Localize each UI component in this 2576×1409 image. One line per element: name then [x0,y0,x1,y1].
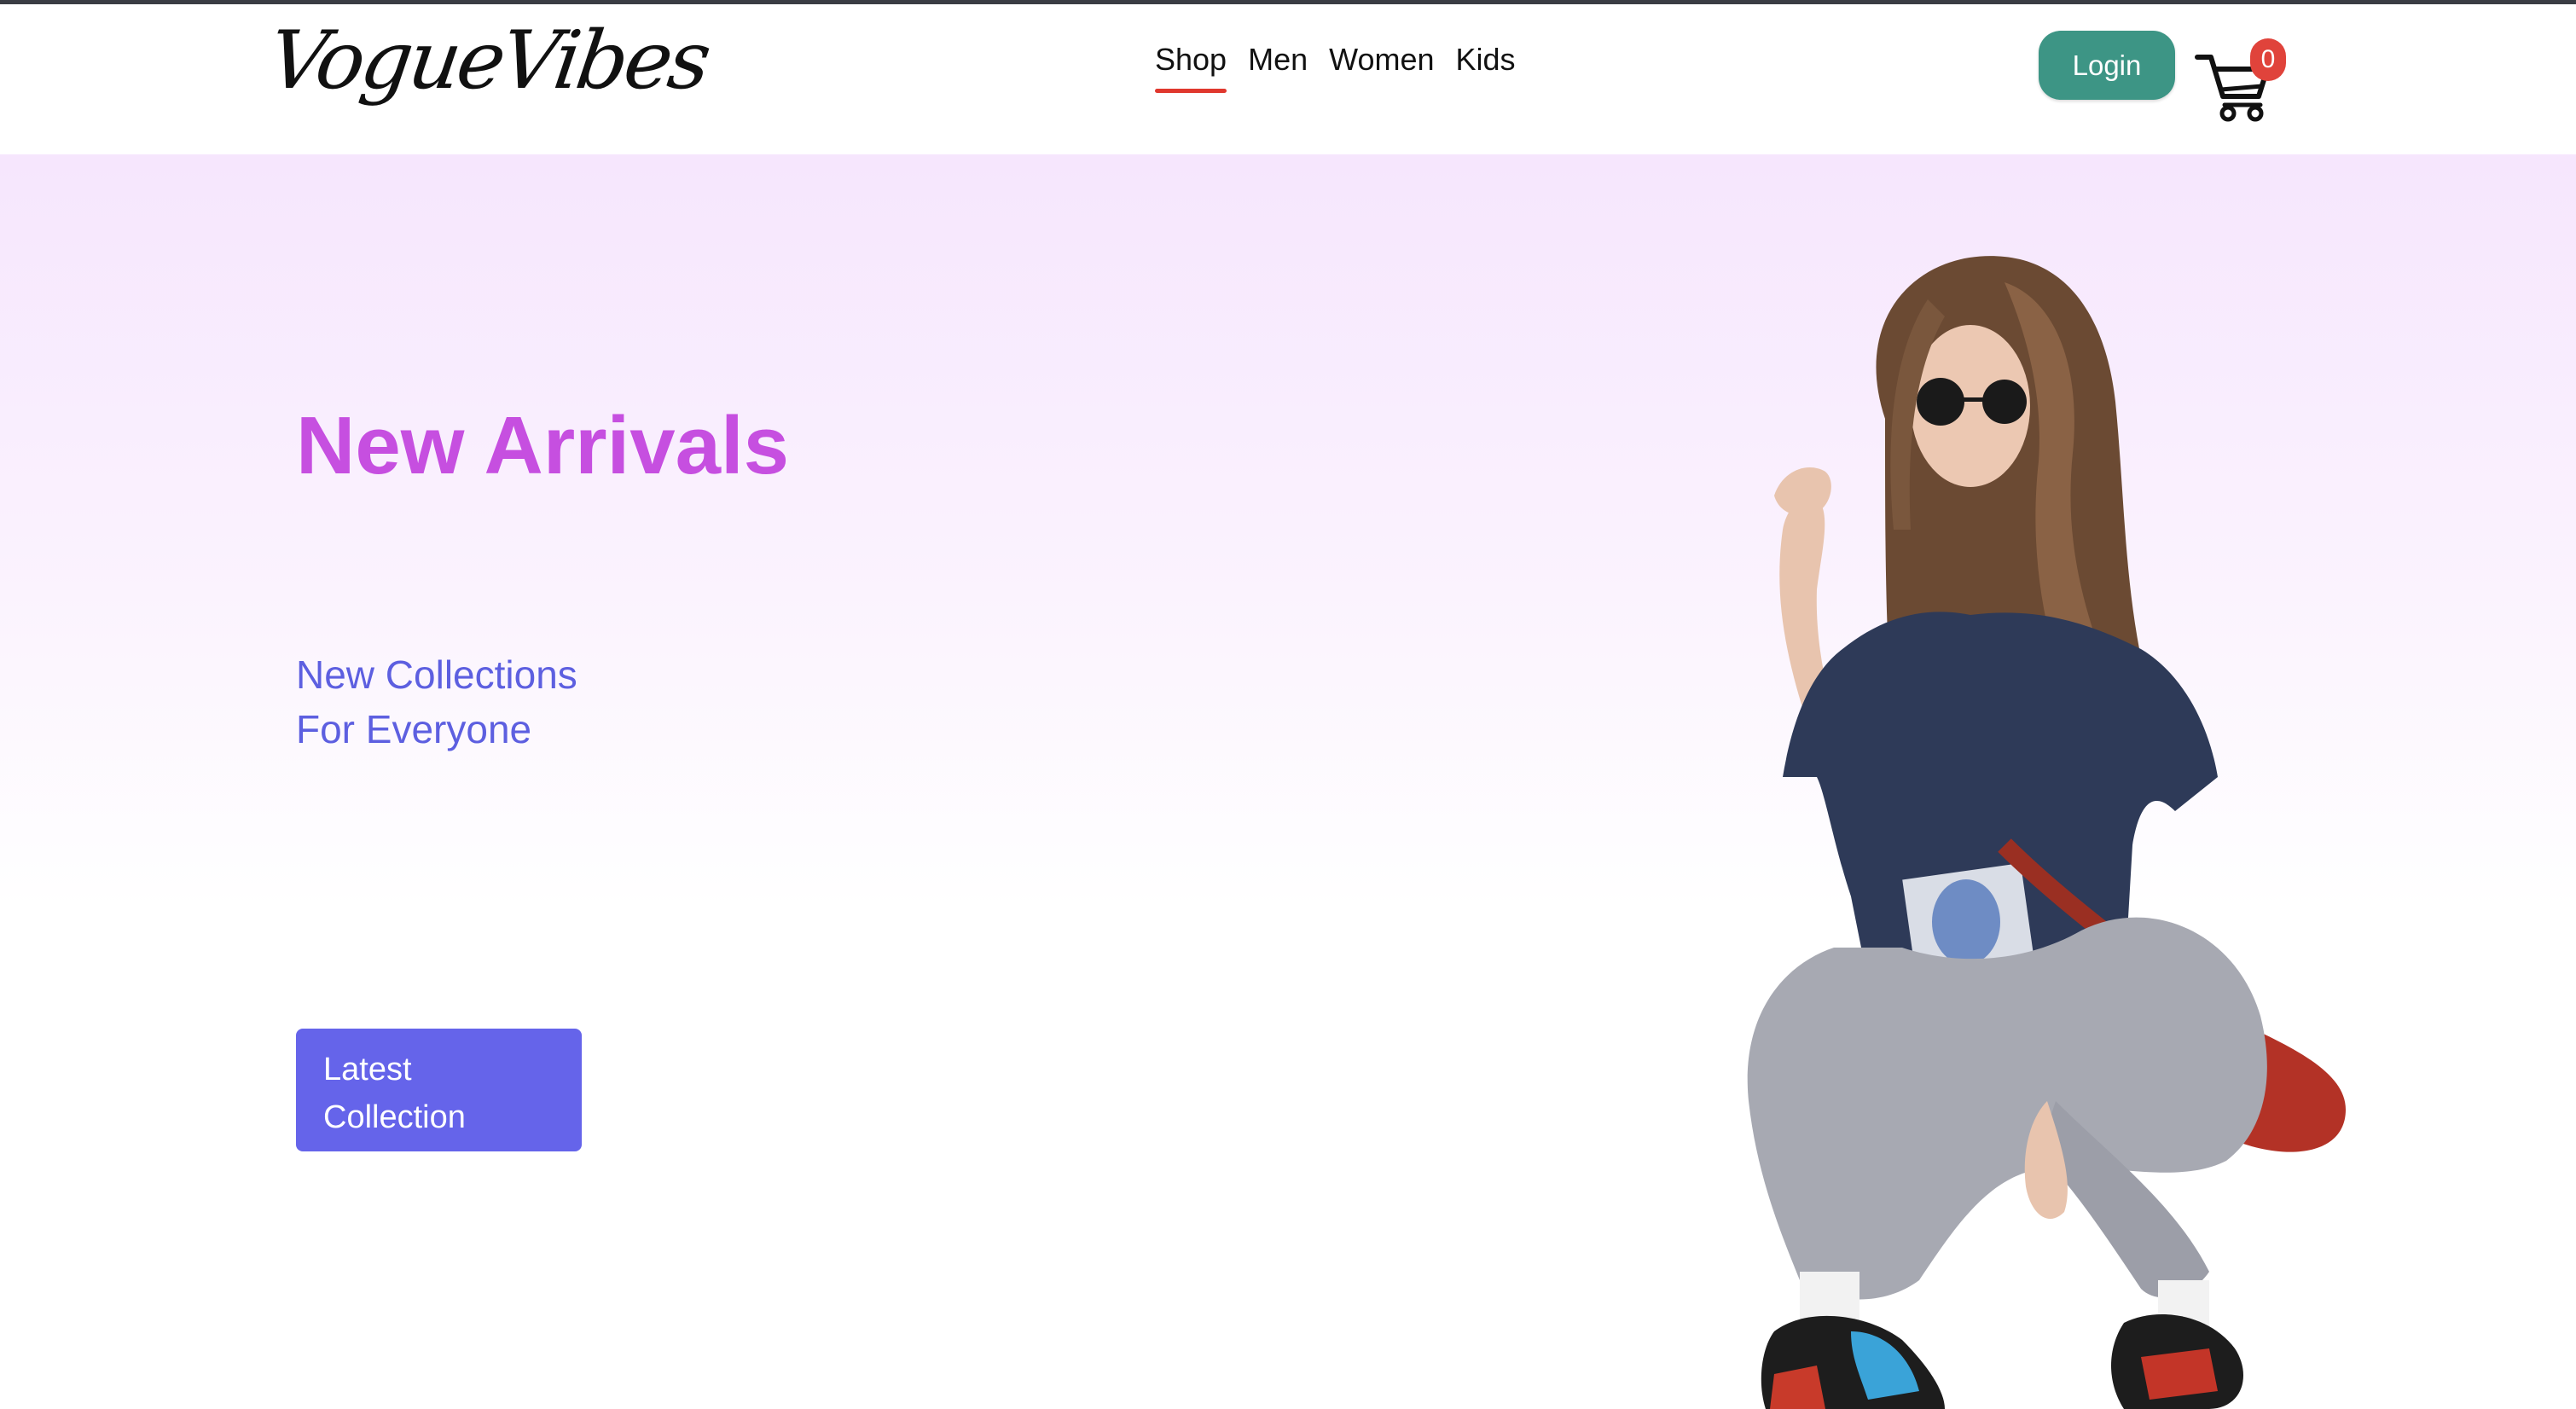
brand-logo[interactable]: VogueVibes [263,14,713,107]
hero-subtitle-line-2: For Everyone [296,707,532,751]
hero-subtitle-line-1: New Collections [296,652,577,697]
latest-collection-button[interactable]: Latest Collection [296,1029,582,1151]
hero-title: New Arrivals [296,400,790,491]
hero-subtitle: New Collections For Everyone [296,647,577,757]
nav-item-women[interactable]: Women [1329,42,1434,93]
hero-model-image [1747,256,2346,1409]
nav-item-kids[interactable]: Kids [1456,42,1516,93]
login-button[interactable]: Login [2039,31,2175,100]
main-nav: Shop Men Women Kids [1155,42,1537,93]
nav-item-shop[interactable]: Shop [1155,42,1227,93]
site-header: VogueVibes Shop Men Women Kids Login 0 [0,4,2576,154]
nav-item-men[interactable]: Men [1248,42,1308,93]
hero-section: New Arrivals New Collections For Everyon… [0,154,2576,1409]
cta-label-line-1: Latest [323,1052,412,1087]
cta-label-line-2: Collection [323,1099,466,1135]
cart-count-badge: 0 [2250,38,2286,81]
